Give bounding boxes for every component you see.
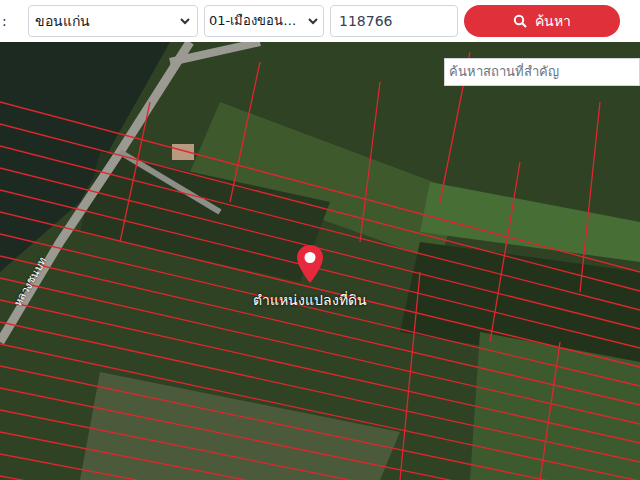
landmark-search-input[interactable]: ค้นหาสถานที่สำคัญ: [444, 58, 640, 86]
search-icon: [513, 14, 527, 28]
search-toolbar: : ขอนแก่น01-เมืองขอนแก่น118766ค้นหา: [0, 0, 640, 42]
map-pin-icon: [295, 244, 325, 284]
label-fragment: :: [0, 11, 22, 31]
province-select[interactable]: ขอนแก่น: [28, 5, 198, 37]
parcel-number-input[interactable]: 118766: [330, 5, 458, 37]
search-button[interactable]: ค้นหา: [464, 5, 620, 37]
chevron-down-icon: [307, 15, 319, 27]
district-select[interactable]: 01-เมืองขอนแก่น: [204, 5, 324, 37]
marker-label: ตำแหน่งแปลงที่ดิน: [253, 290, 367, 310]
app: : ขอนแก่น01-เมืองขอนแก่น118766ค้นหาหลวงชน…: [0, 0, 640, 480]
chevron-down-icon: [179, 15, 191, 27]
parcel-marker[interactable]: ตำแหน่งแปลงที่ดิน: [230, 244, 390, 310]
map[interactable]: หลวงชนบทค้นหาสถานที่สำคัญตำแหน่งแปลงที่ด…: [0, 42, 640, 480]
